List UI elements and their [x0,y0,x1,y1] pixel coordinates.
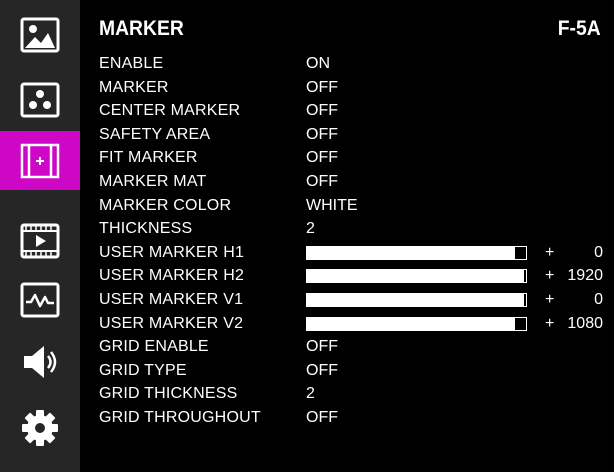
setting-value[interactable]: OFF [306,336,338,358]
setting-number: +1080 [545,313,603,335]
setting-value[interactable]: WHITE [306,195,358,217]
setting-row[interactable]: GRID THICKNESS 2 [99,383,614,405]
setting-row[interactable]: USER MARKER H2 +1920 [99,265,614,287]
setting-row[interactable]: GRID ENABLE OFF [99,336,614,358]
setting-row[interactable]: USER MARKER V2 +1080 [99,313,614,335]
sidebar-item-picture[interactable] [0,5,80,64]
setting-number: +0 [545,242,603,264]
setting-row[interactable]: FIT MARKER OFF [99,147,614,169]
setting-value[interactable]: OFF [306,171,338,193]
main-panel: MARKER F-5A ENABLE ON MARKER OFF CENTER MARK… [80,0,614,472]
setting-label: USER MARKER H2 [99,267,245,285]
setting-number: +1920 [545,265,603,287]
setting-label: MARKER COLOR [99,196,232,214]
setting-number: +0 [545,289,603,311]
setting-value[interactable]: ON [306,53,330,75]
setting-label: USER MARKER V2 [99,314,244,332]
sidebar-item-settings[interactable] [0,398,80,457]
slider-fill [307,270,524,283]
number-value: 1920 [567,267,603,285]
sidebar-item-color[interactable] [0,70,80,129]
setting-value[interactable]: OFF [306,100,338,122]
setting-row[interactable]: USER MARKER H1 +0 [99,242,614,264]
setting-label: USER MARKER V1 [99,291,244,308]
setting-value[interactable]: OFF [306,407,338,429]
number-sign: + [545,243,555,261]
setting-value[interactable]: OFF [306,147,338,169]
number-sign: + [545,314,555,332]
menu-code: F-5A [558,17,601,40]
number-value: 0 [594,291,603,308]
setting-row[interactable]: MARKER COLOR WHITE [99,195,614,217]
marker-frame-icon [20,143,60,178]
slider-fill [307,294,524,306]
page-title: MARKER [99,17,184,40]
setting-label: THICKNESS [99,220,193,238]
picture-icon [20,17,60,52]
setting-row[interactable]: ENABLE ON [99,53,614,75]
setting-value[interactable]: 2 [306,218,315,240]
waveform-icon [20,282,60,317]
setting-label: SAFETY AREA [99,125,211,143]
setting-label: USER MARKER H1 [99,243,245,261]
number-value: 1080 [567,314,603,332]
setting-label: GRID THROUGHOUT [99,409,261,426]
setting-row[interactable]: MARKER OFF [99,77,614,99]
setting-row[interactable]: THICKNESS 2 [99,218,614,240]
color-dots-icon [20,82,60,117]
setting-label: MARKER MAT [99,173,207,190]
speaker-icon [24,345,57,378]
marker-position-slider[interactable] [306,245,527,260]
number-sign: + [545,267,555,285]
setting-label: GRID THICKNESS [99,385,238,403]
sidebar-item-film[interactable] [0,211,80,270]
setting-label: GRID TYPE [99,361,187,379]
slider-fill [307,317,516,330]
sidebar [0,0,80,472]
setting-label: GRID ENABLE [99,338,209,356]
setting-row[interactable]: USER MARKER V1 +0 [99,289,614,311]
setting-label: CENTER MARKER [99,102,241,120]
marker-position-slider[interactable] [306,293,527,307]
setting-value[interactable]: OFF [306,124,338,146]
marker-position-slider[interactable] [306,269,527,284]
slider-fill [307,246,516,259]
setting-value[interactable]: OFF [306,77,338,99]
number-sign: + [545,291,555,308]
marker-position-slider[interactable] [306,316,527,331]
setting-row[interactable]: CENTER MARKER OFF [99,100,614,122]
setting-row[interactable]: GRID THROUGHOUT OFF [99,407,614,429]
setting-row[interactable]: MARKER MAT OFF [99,171,614,193]
setting-label: FIT MARKER [99,149,198,167]
setting-value[interactable]: 2 [306,383,315,405]
setting-row[interactable]: GRID TYPE OFF [99,360,614,382]
setting-label: MARKER [99,78,169,96]
sidebar-item-waveform[interactable] [0,270,80,329]
setting-value[interactable]: OFF [306,360,338,382]
setting-label: ENABLE [99,55,164,72]
gear-icon [22,409,58,446]
setting-row[interactable]: SAFETY AREA OFF [99,124,614,146]
sidebar-item-audio[interactable] [0,332,80,391]
sidebar-item-marker[interactable] [0,131,80,190]
number-value: 0 [594,243,603,261]
film-play-icon [20,223,60,258]
